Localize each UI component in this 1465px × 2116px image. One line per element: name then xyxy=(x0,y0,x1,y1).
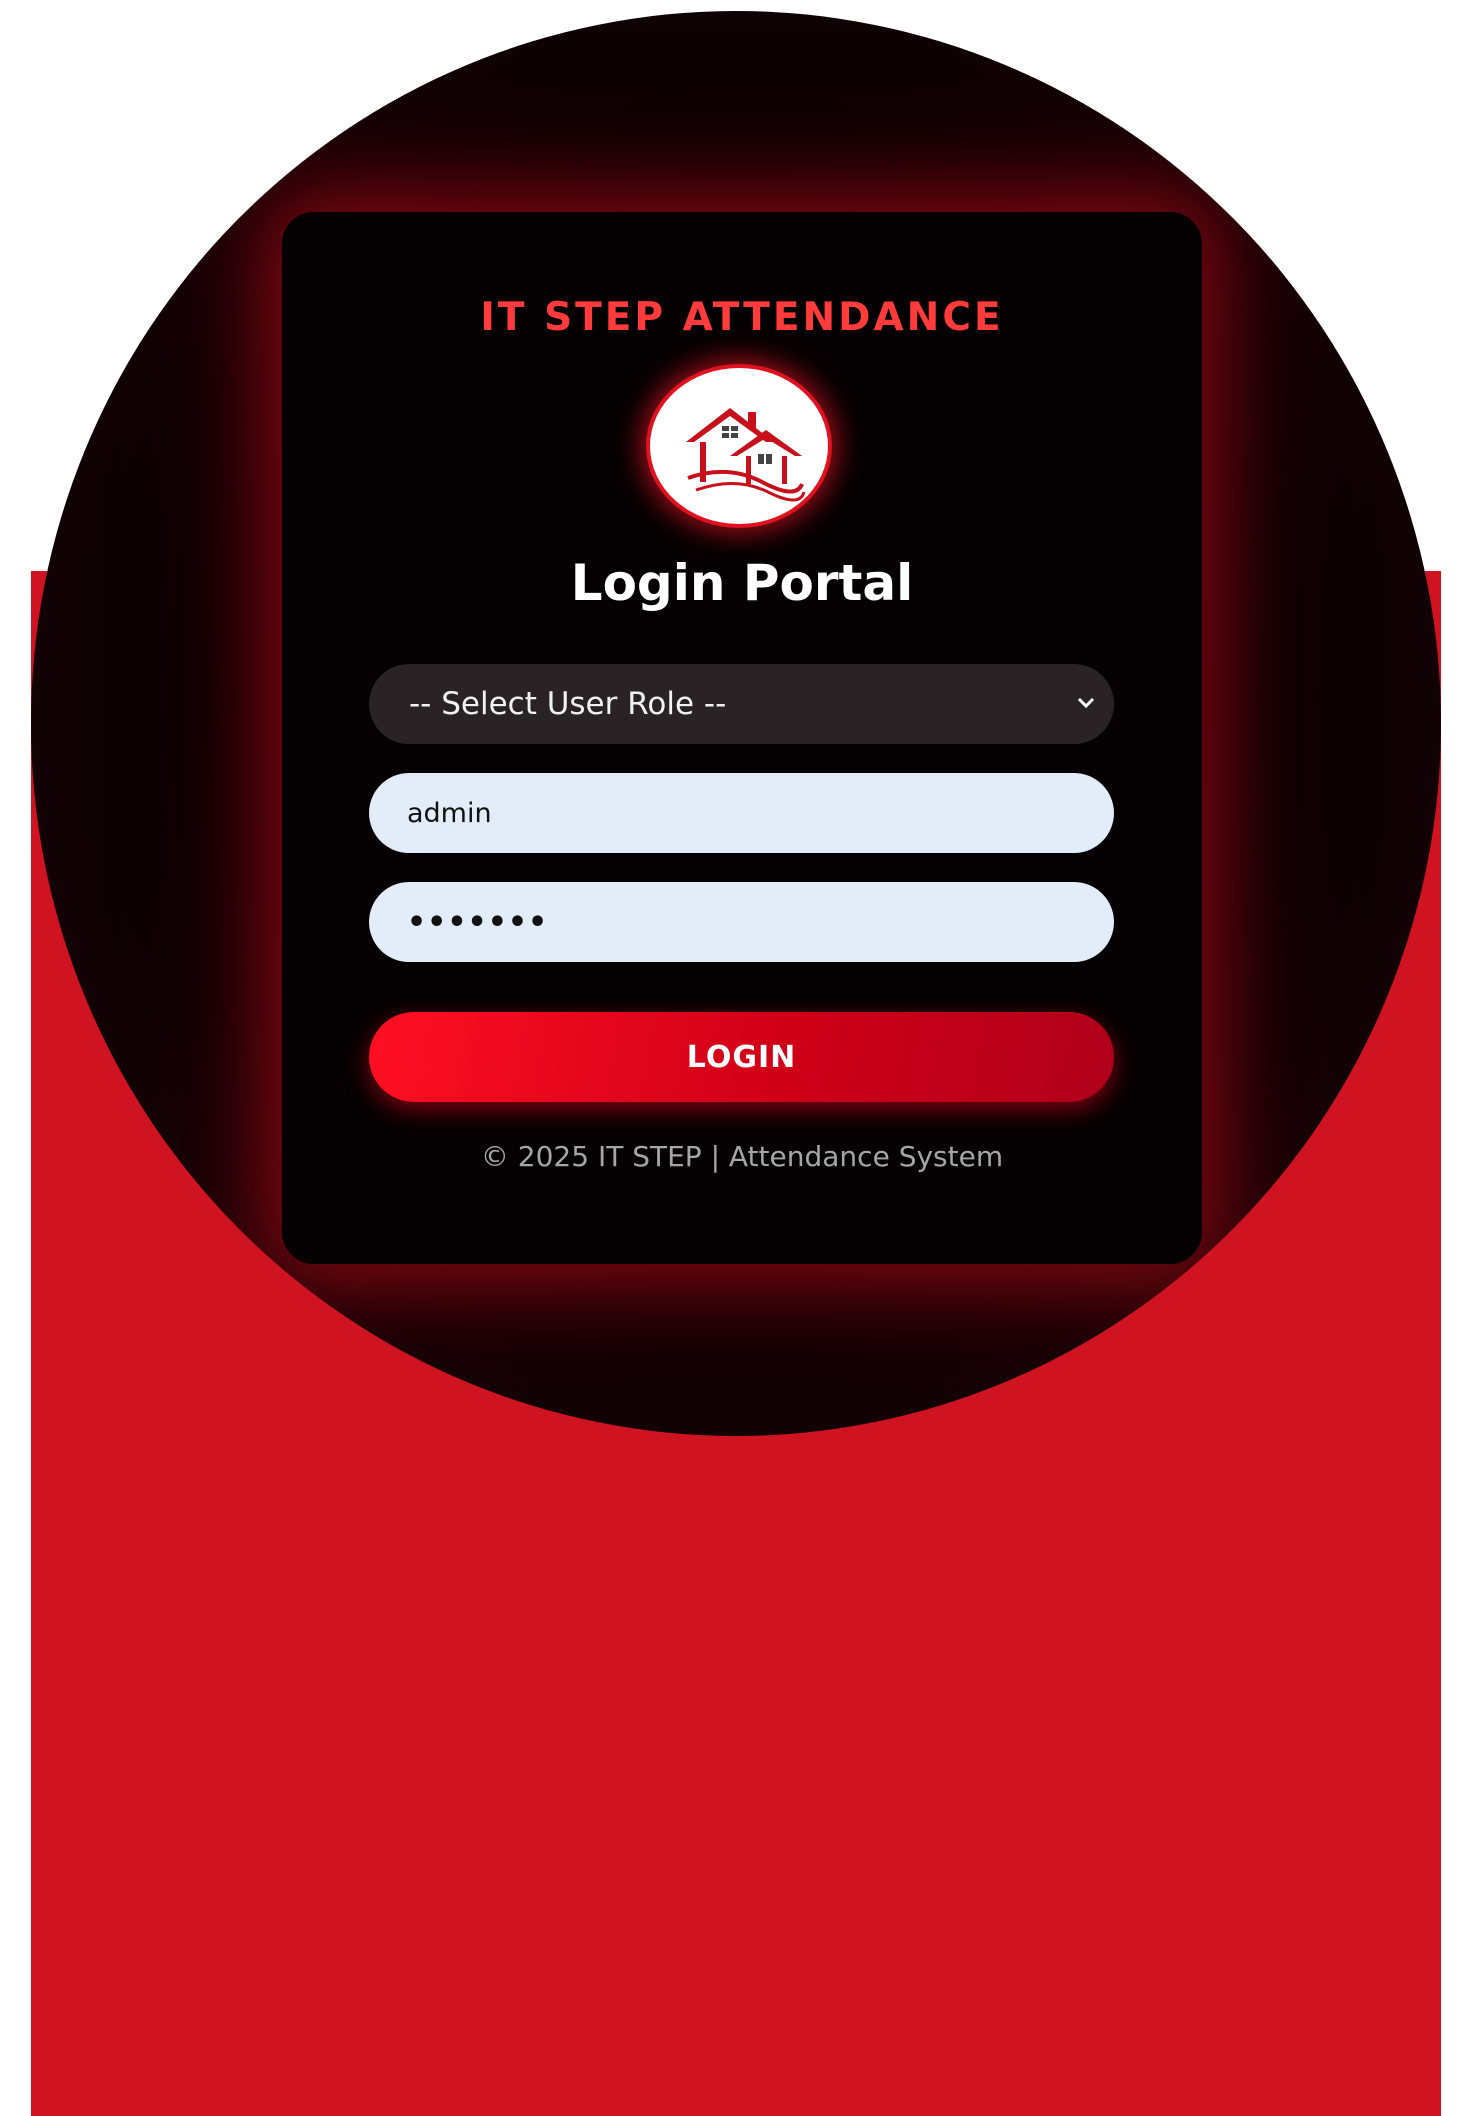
username-input[interactable]: admin xyxy=(369,773,1114,853)
password-input[interactable]: ••••••• xyxy=(369,882,1114,962)
password-value: ••••••• xyxy=(407,904,549,940)
page: IT STEP ATTENDANCE Login Portal -- Selec… xyxy=(0,0,1465,2116)
brand-title: IT STEP ATTENDANCE xyxy=(480,295,1004,340)
login-card: IT STEP ATTENDANCE Login Portal -- Selec… xyxy=(282,212,1202,1264)
login-button[interactable]: LOGIN xyxy=(369,1012,1114,1102)
username-value: admin xyxy=(407,797,492,829)
user-role-select[interactable]: -- Select User Role -- xyxy=(369,664,1114,744)
user-role-select-value: -- Select User Role -- xyxy=(409,686,727,722)
chevron-down-icon xyxy=(1077,697,1095,709)
dark-circle-backdrop: IT STEP ATTENDANCE Login Portal -- Selec… xyxy=(31,11,1441,1436)
page-title: Login Portal xyxy=(570,554,914,612)
houses-logo-icon xyxy=(646,364,832,528)
footer-copyright: © 2025 IT STEP | Attendance System xyxy=(480,1140,1004,1173)
